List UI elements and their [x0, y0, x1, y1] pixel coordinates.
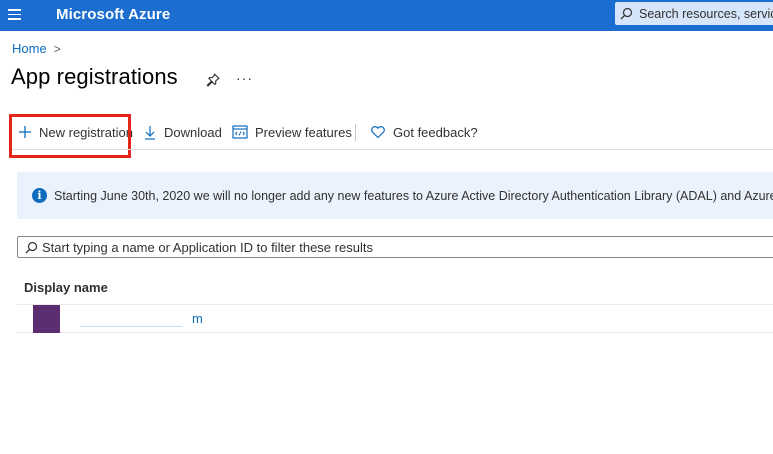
plus-icon: [19, 126, 31, 138]
breadcrumb-chevron-icon: >: [53, 41, 61, 56]
heart-icon: [371, 126, 385, 139]
preview-features-label: Preview features: [255, 124, 352, 140]
feedback-label: Got feedback?: [393, 124, 478, 140]
redacted-link-underline: [80, 326, 182, 327]
info-icon: i: [32, 188, 47, 203]
feedback-button[interactable]: Got feedback?: [370, 118, 478, 146]
top-navigation-bar: Microsoft Azure Search resources, servic…: [0, 0, 773, 31]
breadcrumb-home-link[interactable]: Home: [12, 41, 47, 56]
filter-input[interactable]: [42, 239, 742, 255]
search-icon: [620, 7, 633, 20]
global-search-box[interactable]: Search resources, service: [615, 2, 773, 25]
preview-features-button[interactable]: Preview features: [232, 118, 352, 146]
info-banner-text: Starting June 30th, 2020 we will no long…: [54, 188, 773, 203]
search-icon: [25, 241, 38, 253]
command-separator: [355, 124, 356, 141]
more-options-icon[interactable]: ···: [236, 70, 253, 86]
column-header-display-name[interactable]: Display name: [24, 280, 108, 295]
download-button[interactable]: Download: [143, 118, 222, 146]
hamburger-menu-icon[interactable]: [8, 9, 22, 21]
command-bar-divider: [12, 149, 773, 150]
new-registration-button[interactable]: New registration: [18, 118, 133, 146]
download-icon: [145, 125, 155, 140]
app-display-name-link[interactable]: m: [192, 311, 203, 326]
redacted-app-name: [60, 310, 197, 327]
download-label: Download: [164, 124, 222, 140]
info-banner: i Starting June 30th, 2020 we will no lo…: [17, 172, 773, 219]
table-row[interactable]: m: [17, 305, 773, 333]
breadcrumb: Home >: [12, 41, 61, 56]
pin-icon[interactable]: [205, 72, 221, 88]
app-avatar: [33, 305, 60, 333]
filter-box[interactable]: [17, 236, 773, 258]
command-bar: New registration Download Preview featur…: [12, 118, 773, 146]
new-registration-label: New registration: [39, 124, 133, 140]
global-search-placeholder: Search resources, service: [639, 6, 773, 21]
portal-brand-title[interactable]: Microsoft Azure: [56, 6, 170, 23]
preview-features-icon: [232, 125, 248, 139]
page-title: App registrations: [11, 64, 178, 89]
